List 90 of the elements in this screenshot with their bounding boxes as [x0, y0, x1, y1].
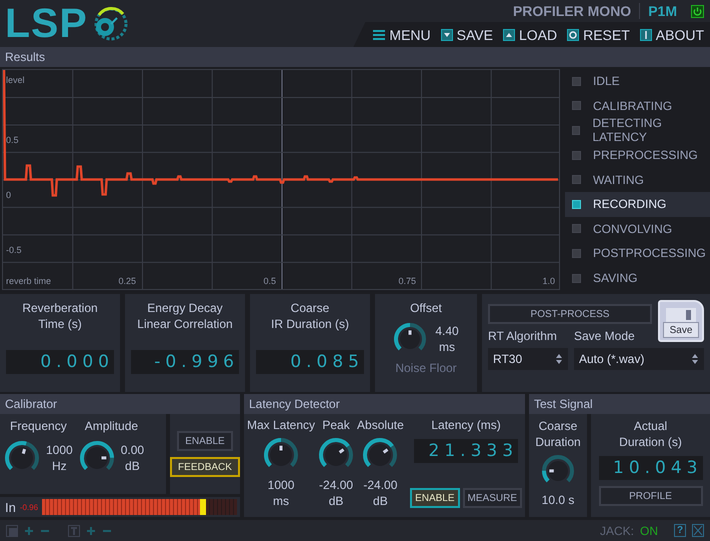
knob-label: Peak — [322, 417, 350, 433]
toggle-button[interactable]: ENABLE — [177, 431, 233, 451]
indicator-icon — [572, 175, 581, 184]
fullscreen-icon[interactable] — [692, 524, 704, 537]
tick-label: 0.5 — [6, 135, 19, 145]
state-item: IDLE — [565, 69, 710, 94]
logo: LSP — [5, 3, 88, 44]
plugin-id: P1M — [639, 3, 677, 19]
axis-label: level — [6, 75, 25, 85]
indicator-icon — [572, 248, 581, 258]
knob-value: 1000 ms — [268, 477, 294, 509]
tick-label: -0.5 — [6, 245, 22, 255]
digital-readout: 10.043 — [598, 456, 702, 480]
indicator-icon — [572, 224, 581, 234]
digital-readout: -0.996 — [131, 350, 239, 374]
state-item: PREPROCESSING — [565, 142, 710, 168]
state-item: RECORDING — [565, 192, 710, 217]
indicator-icon — [572, 126, 580, 135]
post-process-button[interactable]: POST-PROCESS — [488, 304, 652, 324]
power-icon[interactable] — [691, 4, 704, 18]
menu-icon — [373, 28, 386, 40]
menu-item[interactable]: LOAD — [502, 26, 558, 42]
knob-value: 10.0 s — [542, 492, 574, 508]
indicator-icon — [572, 150, 581, 160]
digital-readout: 0.000 — [6, 350, 114, 374]
knob-label: Coarse Duration — [535, 418, 581, 450]
axis-label: reverb time — [6, 276, 52, 286]
section-title: Results — [0, 47, 710, 67]
reset-icon — [567, 28, 580, 40]
knob-value: 1000 Hz — [46, 442, 73, 474]
measure-label: Reverberation Time (s) — [22, 300, 98, 332]
upload-icon — [502, 28, 515, 40]
tick-label: 0 — [6, 190, 12, 200]
save-button[interactable]: Save — [658, 300, 704, 342]
section-title: Latency Detector — [244, 394, 525, 414]
knob-value: 0.00 dB — [120, 442, 144, 474]
download-icon — [440, 28, 453, 40]
updown-icon — [691, 353, 699, 365]
toggle-button[interactable]: FEEDBACK — [170, 457, 240, 477]
toggle-button[interactable]: ENABLE — [410, 488, 460, 508]
measure-label: Energy Decay Linear Correlation — [137, 300, 233, 332]
menu-item[interactable]: MENU — [373, 26, 431, 42]
tick-label: 1.0 — [542, 276, 555, 286]
floppy-icon — [666, 308, 696, 322]
tick-label: 0.5 — [263, 276, 276, 286]
field-label: Save Mode — [574, 328, 635, 344]
menu-item[interactable]: ABOUT — [640, 26, 704, 42]
toggle-button[interactable]: MEASURE — [462, 488, 522, 508]
knob-caption: Noise Floor — [395, 360, 457, 376]
knob-label: Frequency — [10, 418, 67, 434]
menu-item[interactable]: RESET — [567, 26, 630, 42]
profile-button[interactable]: PROFILE — [598, 486, 702, 506]
tick-label: 0.75 — [398, 276, 416, 286]
state-item: POSTPROCESSING — [565, 241, 710, 266]
tick-label: 0.25 — [118, 276, 136, 286]
plugin-name: PROFILER MONO — [512, 3, 632, 19]
digital-readout: 0.085 — [256, 350, 364, 374]
jack-label: JACK: — [600, 524, 634, 538]
updown-icon — [555, 353, 563, 365]
menu-item[interactable]: SAVE — [440, 26, 493, 42]
readout-label: Actual Duration (s) — [619, 418, 682, 450]
dropdown-field[interactable]: RT30 — [488, 348, 568, 370]
state-item: CALIBRATING — [565, 94, 710, 118]
digital-readout: 21.333 — [414, 439, 518, 463]
field-label: RT Algorithm — [488, 328, 558, 344]
measure-label: Coarse IR Duration (s) — [270, 300, 350, 332]
knob-value: -24.00 dB — [319, 477, 354, 509]
state-item: SAVING — [565, 266, 710, 290]
dropdown-field[interactable]: Auto (*.wav) — [574, 348, 704, 370]
indicator-icon — [572, 200, 581, 209]
knob-label: Offset — [410, 300, 442, 316]
state-item: DETECTING LATENCY — [565, 118, 710, 143]
state-item: WAITING — [565, 167, 710, 192]
knob-value: -24.00 dB — [363, 477, 398, 509]
indicator-icon — [572, 274, 581, 283]
knob-label: Amplitude — [84, 418, 138, 434]
jack-status: ON — [640, 524, 658, 538]
knob-label: Absolute — [357, 417, 404, 433]
section-title: Test Signal — [529, 394, 710, 414]
readout-label: Latency (ms) — [431, 417, 501, 433]
section-title: Calibrator — [0, 394, 240, 414]
indicator-icon — [572, 76, 581, 86]
help-button[interactable]: ? — [674, 524, 686, 537]
state-item: CONVOLVING — [565, 216, 710, 242]
meter-reading: -0.96 — [20, 502, 38, 512]
info-icon — [640, 28, 652, 40]
knob-label: Max Latency — [247, 417, 316, 433]
meter-label: In — [5, 500, 16, 514]
indicator-icon — [572, 101, 581, 110]
knob-value: 4.40 ms — [435, 323, 459, 355]
